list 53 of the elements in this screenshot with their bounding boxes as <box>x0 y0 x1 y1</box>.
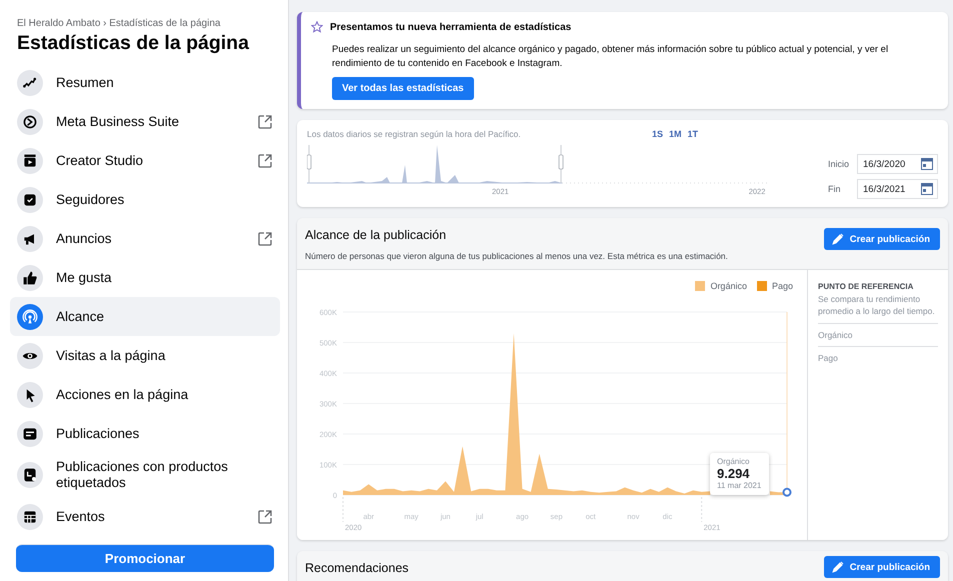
range-link[interactable]: 1M <box>668 129 682 139</box>
section-description: Número de personas que vieron alguna de tus publicaciones al menos una vez. Esta métrica es una estimación. <box>305 251 728 261</box>
sidebar-item[interactable]: Visitas a la página <box>10 336 280 375</box>
sidebar-item[interactable]: Anuncios <box>10 219 280 258</box>
view-insights-button[interactable]: Ver todas las estadísticas <box>332 77 474 100</box>
benchmark-item: Orgánico <box>818 323 938 346</box>
end-date-field[interactable]: 16/3/2021 <box>857 179 938 199</box>
benchmark-item: Pago <box>818 346 938 369</box>
breadcrumb: El Heraldo Ambato › Estadísticas de la página <box>17 18 222 29</box>
sidebar-item[interactable]: Publicaciones con productos etiquetados <box>10 453 280 497</box>
range-link[interactable]: 1S <box>652 129 663 139</box>
sidebar-item[interactable]: Creator Studio <box>10 141 280 180</box>
section-title: Recomendaciones <box>305 560 409 575</box>
announcement-title: Presentamos tu nueva herramienta de estadísticas <box>330 22 572 32</box>
star-icon <box>311 21 323 33</box>
sidebar-item[interactable]: Acciones en la página <box>10 375 280 414</box>
timezone-note: Los datos diarios se registran según la hora del Pacífico. <box>307 129 521 139</box>
clapperboard-icon <box>22 152 38 168</box>
announcement-text: Puedes realizar un seguimiento del alcance orgánico y pagado, obtener más información sobre tu público actual y potencial, y ver el rendimiento de tu contenido en Facebook e Instagram. <box>332 43 890 71</box>
benchmark-title: PUNTO DE REFERENCIA <box>818 282 914 291</box>
legend-label: Pago <box>772 281 793 291</box>
checked-box-icon <box>22 192 38 208</box>
hover-point-marker <box>782 488 792 497</box>
broadcast-icon <box>22 308 38 324</box>
trend-line-icon <box>22 74 38 90</box>
tooltip-value: 9.294 <box>717 466 751 481</box>
calendar-icon[interactable] <box>921 158 933 170</box>
promote-button[interactable]: Promocionar <box>16 544 274 572</box>
sidebar-item[interactable]: Alcance <box>10 297 280 336</box>
end-date-label: Fin <box>828 184 842 194</box>
calendar-icon[interactable] <box>921 183 933 195</box>
sidebar-item[interactable]: Meta Business Suite <box>10 102 280 141</box>
sidebar-item[interactable]: Resumen <box>10 63 280 102</box>
create-post-button[interactable]: Crear publicación <box>824 228 940 250</box>
thumbs-up-icon <box>22 270 38 286</box>
document-icon <box>22 426 38 442</box>
tooltip-series: Orgánico <box>717 457 750 466</box>
section-title: Alcance de la publicación <box>305 228 448 242</box>
sidebar-item[interactable]: Seguidores <box>10 180 280 219</box>
sidebar-item[interactable]: Publicaciones <box>10 414 280 453</box>
sidebar-item[interactable]: Me gusta <box>10 258 280 297</box>
pencil-icon <box>832 233 844 245</box>
start-date-label: Inicio <box>828 159 849 169</box>
range-link[interactable]: 1T <box>687 129 698 139</box>
page-title: Estadísticas de la página <box>17 32 250 55</box>
calendar-icon <box>22 508 38 524</box>
sidebar-item[interactable]: Eventos <box>10 497 280 536</box>
legend-label: Orgánico <box>710 281 747 291</box>
pencil-icon <box>832 561 844 573</box>
tooltip-date: 11 mar 2021 <box>717 481 762 490</box>
start-date-field[interactable]: 16/3/2020 <box>857 154 938 174</box>
create-post-button[interactable]: Crear publicación <box>824 556 940 578</box>
benchmark-text: Se compara tu rendimiento promedio a lo largo del tiempo. <box>818 293 936 317</box>
